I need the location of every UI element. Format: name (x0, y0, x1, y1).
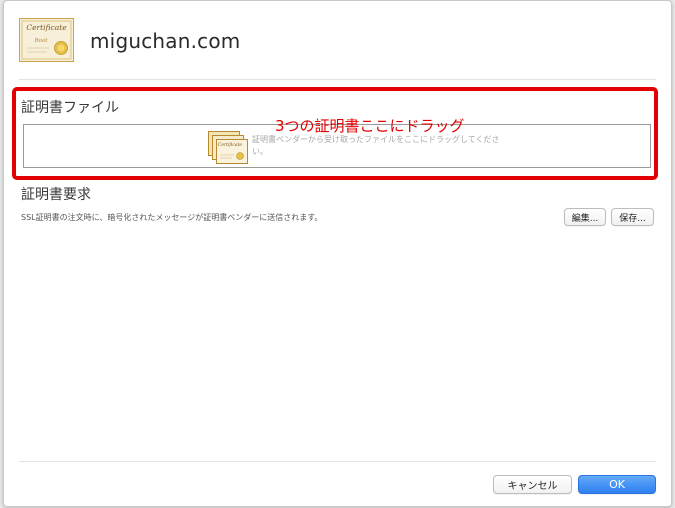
certificate-icon: Certificate Root (19, 18, 74, 62)
header-divider (19, 79, 656, 80)
save-button[interactable]: 保存... (611, 208, 654, 226)
cancel-button[interactable]: キャンセル (493, 475, 572, 494)
footer-divider (19, 461, 656, 462)
edit-button[interactable]: 編集... (564, 208, 606, 226)
svg-text:Root: Root (34, 38, 49, 44)
site-name: miguchan.com (90, 29, 241, 53)
annotation-text: 3つの証明書ここにドラッグ (275, 117, 465, 135)
svg-text:Certificate: Certificate (26, 23, 67, 32)
certificate-dialog: Certificate Root miguchan.com 証明書ファイル Ce… (3, 0, 672, 507)
certificate-request-heading: 証明書要求 (21, 187, 91, 203)
ok-button[interactable]: OK (578, 475, 656, 494)
certificate-request-description: SSL証明書の注文時に、暗号化されたメッセージが証明書ベンダーに送信されます。 (21, 213, 323, 222)
